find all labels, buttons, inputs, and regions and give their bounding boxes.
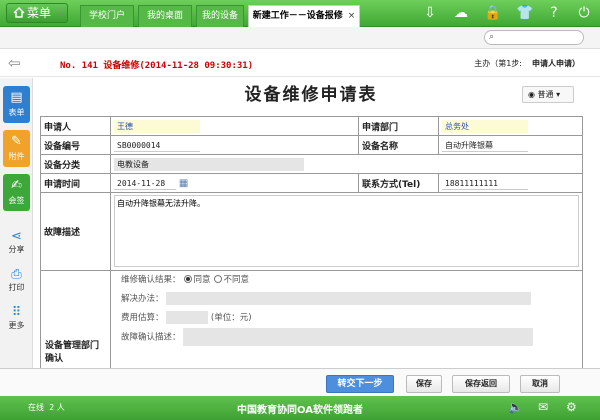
action-bar: 转交下一步 保存 保存返回 取消 [0, 368, 600, 396]
sidebar-tool-more[interactable]: ⠿ 更多 [3, 306, 30, 331]
sidebar-item-attachment[interactable]: ✎ 附件 [3, 130, 30, 167]
sidebar-tool-print[interactable]: ⎙ 打印 [3, 268, 30, 293]
category-field[interactable]: 电教设备 [114, 157, 304, 171]
sidebar-item-countersign[interactable]: ✍ 会签 [3, 174, 30, 211]
cloud-icon[interactable]: ☁ [453, 5, 469, 21]
solution-field[interactable] [166, 292, 532, 305]
menu-label: 菜单 [27, 6, 52, 20]
fault-description-textarea[interactable]: 自动升降银幕无法升降。 [114, 195, 579, 267]
shirt-icon[interactable]: 👕 [516, 5, 533, 21]
device-name-field[interactable]: 自动升降银幕 [442, 139, 528, 152]
lock-icon[interactable]: 🔒 [484, 5, 501, 21]
search-input[interactable]: ⌕ [484, 30, 584, 45]
form-title: 设备维修申请表 [244, 85, 378, 105]
search-icon: ⌕ [489, 32, 495, 42]
left-sidebar: ▤ 表单 ✎ 附件 ✍ 会签 ⋖ 分享 ⎙ 打印 ⠿ 更多 [0, 78, 33, 368]
fault-confirm-row: 故障确认描述： [121, 328, 579, 347]
volume-icon[interactable]: 🔈 [508, 400, 523, 414]
sidebar-tool-share[interactable]: ⋖ 分享 [3, 230, 30, 255]
step-name: 申请人申请） [532, 59, 580, 68]
document-header: ⇦ No. 141 设备维修(2014-11-28 09:30:31) 主办（第… [0, 50, 600, 77]
dept-field[interactable]: 总务处 [442, 119, 528, 133]
save-button[interactable]: 保存 [406, 375, 442, 393]
share-icon: ⋖ [11, 229, 22, 244]
back-arrow-icon[interactable]: ⇦ [8, 56, 21, 71]
fault-confirm-field[interactable] [183, 328, 534, 346]
more-icon: ⠿ [11, 305, 22, 320]
workflow-step: 主办（第1步: 申请人申请） [474, 58, 580, 69]
form-content: 设备维修申请表 ◉ 普通 ▾ 申请人 王德 申请部门 总务处 设备编号 SB00… [38, 78, 584, 368]
contact-label: 联系方式(Tel) [358, 173, 439, 193]
home-icon [13, 7, 25, 18]
dept-label: 申请部门 [358, 116, 439, 136]
apply-date-field[interactable]: 2014-11-28 [114, 177, 176, 190]
submit-next-button[interactable]: 转交下一步 [326, 375, 394, 393]
sidebar-item-form[interactable]: ▤ 表单 [3, 86, 30, 123]
cost-field[interactable] [166, 311, 209, 324]
calendar-icon[interactable]: ▦ [179, 178, 188, 189]
table-row: 设备编号 SB0000014 设备名称 自动升降银幕 [40, 135, 583, 155]
cost-row: 费用估算： (单位：元) [121, 311, 252, 324]
edit-icon: ✍ [11, 178, 22, 193]
form-icon: ▤ [10, 90, 23, 105]
disagree-radio[interactable] [213, 275, 222, 283]
tab-my-desktop[interactable]: 我的桌面 [138, 5, 192, 27]
power-icon[interactable]: ⏻ [576, 5, 592, 21]
device-code-field[interactable]: SB0000014 [114, 139, 200, 152]
device-name-label: 设备名称 [358, 135, 439, 155]
search-row: ⌕ [0, 27, 600, 49]
dept-confirm-label: 设备管理部门确认 [40, 270, 111, 368]
tab-school-portal[interactable]: 学校门户 [80, 5, 134, 27]
table-row: 设备分类 电教设备 [40, 154, 583, 174]
repair-form-table: 申请人 王德 申请部门 总务处 设备编号 SB0000014 设备名称 自动升降… [40, 116, 583, 368]
applicant-label: 申请人 [40, 116, 111, 136]
top-bar: 菜单 学校门户 我的桌面 我的设备 新建工作－－设备报修 × ⇩ ☁ 🔒 👕 ? … [0, 0, 600, 27]
time-label: 申请时间 [40, 173, 111, 193]
print-icon: ⎙ [11, 267, 22, 282]
save-return-button[interactable]: 保存返回 [452, 375, 510, 393]
fault-label: 故障描述 [40, 192, 111, 271]
download-icon[interactable]: ⇩ [422, 5, 438, 21]
tab-new-work-repair[interactable]: 新建工作－－设备报修 × [248, 5, 360, 27]
table-row: 设备管理部门确认 维修确认结果： 同意 不同意 解决办法： 费用估算： (单位：元)… [40, 270, 583, 368]
agree-radio[interactable] [183, 275, 192, 283]
menu-button[interactable]: 菜单 [6, 3, 68, 23]
cancel-button[interactable]: 取消 [520, 375, 560, 393]
paperclip-icon: ✎ [11, 134, 22, 149]
step-label: 主办（第1步: [474, 59, 522, 68]
tab-my-devices[interactable]: 我的设备 [196, 5, 244, 27]
confirm-result-row: 维修确认结果： 同意 不同意 [121, 275, 250, 285]
code-label: 设备编号 [40, 135, 111, 155]
status-bar: 在线 2 人 中国教育协同OA软件领跑者 🔈 ✉ ⚙ [0, 396, 600, 420]
category-label: 设备分类 [40, 154, 111, 174]
settings-icon[interactable]: ⚙ [566, 400, 577, 414]
message-icon[interactable]: ✉ [538, 400, 548, 414]
help-icon[interactable]: ? [546, 5, 562, 21]
mode-icon: ◉ [528, 90, 535, 99]
table-row: 故障描述 自动升降银幕无法升降。 [40, 192, 583, 271]
solution-row: 解决办法： [121, 290, 579, 309]
view-mode-dropdown[interactable]: ◉ 普通 ▾ [522, 86, 574, 103]
document-title: No. 141 设备维修(2014-11-28 09:30:31) [60, 61, 254, 71]
applicant-field[interactable]: 王德 [114, 119, 200, 133]
table-row: 申请时间 2014-11-28 ▦ 联系方式(Tel) 18811111111 [40, 173, 583, 193]
contact-field[interactable]: 18811111111 [442, 177, 528, 190]
close-icon[interactable]: × [348, 11, 356, 21]
table-row: 申请人 王德 申请部门 总务处 [40, 116, 583, 136]
